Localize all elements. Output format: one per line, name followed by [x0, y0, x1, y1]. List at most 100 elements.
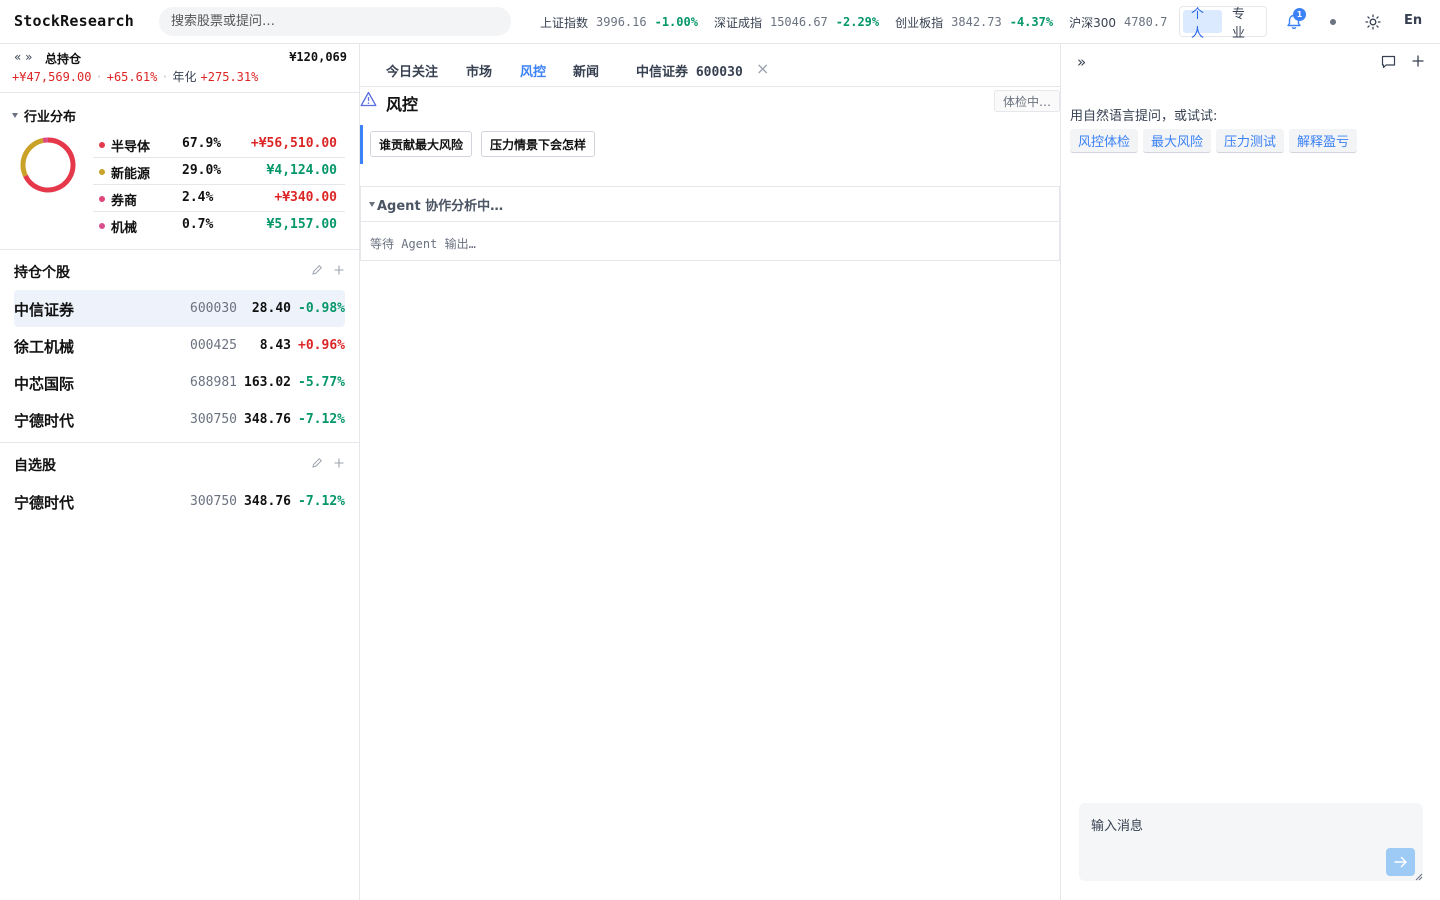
message-input[interactable]	[1079, 803, 1423, 881]
industry-name: 新能源	[111, 167, 151, 182]
collapse-panel-icon[interactable]: »	[1077, 53, 1086, 71]
industry-color-dot	[99, 142, 105, 148]
resize-handle-icon[interactable]	[1415, 873, 1423, 881]
stock-change: -7.12%	[298, 412, 345, 427]
holdings-title: 持仓个股	[14, 265, 70, 281]
holdings-header: 持仓个股	[14, 262, 345, 282]
stock-code: 300750	[190, 412, 237, 427]
close-tab-icon[interactable]: ×	[756, 59, 769, 78]
language-toggle[interactable]: En	[1404, 13, 1422, 28]
add-plus-icon[interactable]	[333, 264, 345, 276]
industry-pnl: ¥4,124.00	[266, 163, 337, 178]
stock-change: -7.12%	[298, 494, 345, 509]
search-input[interactable]	[159, 7, 511, 36]
watchlist-header: 自选股	[14, 455, 345, 475]
mode-personal-button[interactable]: 个人	[1183, 7, 1222, 41]
collapse-arrows-icon[interactable]: « »	[14, 50, 33, 64]
watchlist-title: 自选股	[14, 458, 56, 474]
stock-name: 中芯国际	[14, 375, 75, 393]
industry-row[interactable]: 新能源 29.0% ¥4,124.00	[93, 158, 345, 185]
mode-switch: 个人 专业	[1179, 6, 1267, 41]
add-plus-icon[interactable]	[333, 457, 345, 469]
industry-pct: 29.0%	[182, 163, 222, 178]
edit-pencil-icon[interactable]	[311, 457, 323, 469]
status-dot-icon[interactable]	[1330, 19, 1336, 25]
quick-question-button[interactable]: 谁贡献最大风险	[370, 131, 473, 157]
warning-triangle-icon	[360, 91, 377, 107]
tab-risk[interactable]: 风控	[520, 61, 546, 80]
annualized-return: +275.31%	[200, 70, 259, 84]
industry-section-toggle[interactable]: 行业分布	[12, 106, 76, 125]
portfolio-sidebar: « » 总持仓 ¥120,069 +¥47,569.00 · +65.61% · 年化 +…	[0, 44, 360, 900]
edit-pencil-icon[interactable]	[311, 264, 323, 276]
index-change: -4.37%	[1009, 15, 1054, 29]
index-item[interactable]: 创业板指 3842.73 -4.37%	[895, 14, 1053, 31]
caret-down-icon	[12, 113, 18, 118]
notification-badge: 1	[1293, 8, 1306, 21]
index-value: 4780.7	[1123, 15, 1168, 29]
send-button[interactable]	[1386, 848, 1415, 876]
tab-today[interactable]: 今日关注	[386, 61, 438, 80]
suggestion-chip[interactable]: 风控体检	[1070, 129, 1139, 153]
stock-price: 348.76	[244, 412, 291, 427]
industry-row[interactable]: 机械 0.7% ¥5,157.00	[93, 212, 345, 239]
page-title: 风控	[386, 95, 419, 114]
theme-sun-icon[interactable]	[1365, 14, 1381, 30]
portfolio-total: ¥120,069	[289, 50, 347, 64]
suggestion-chip[interactable]: 压力测试	[1216, 129, 1285, 153]
agent-panel: Agent 协作分析中… 等待 Agent 输出…	[360, 186, 1060, 261]
portfolio-pnl: +¥47,569.00	[12, 70, 92, 84]
industry-pct: 67.9%	[182, 136, 222, 151]
index-ticker: 上证指数 3996.16 -1.00% 深证成指 15046.67 -2.29%…	[540, 0, 1168, 44]
industry-color-dot	[99, 196, 105, 202]
holding-row[interactable]: 宁德时代 300750 348.76 -7.12%	[14, 401, 345, 438]
agent-panel-toggle[interactable]: Agent 协作分析中…	[361, 187, 1059, 222]
stock-code: 000425	[190, 338, 237, 353]
industry-pnl: +¥56,510.00	[250, 136, 337, 151]
chat-bubble-icon[interactable]	[1381, 55, 1396, 69]
assistant-hint: 用自然语言提问，或试试:	[1070, 109, 1218, 124]
annualized-label: 年化	[172, 70, 197, 84]
donut-slice	[20, 138, 44, 177]
portfolio-pnl-line: +¥47,569.00 · +65.61% · 年化 +275.31%	[12, 70, 259, 84]
watchlist-row[interactable]: 宁德时代 300750 348.76 -7.12%	[14, 483, 345, 520]
stock-price: 348.76	[244, 494, 291, 509]
index-item[interactable]: 上证指数 3996.16 -1.00%	[540, 14, 698, 31]
index-item[interactable]: 沪深300 4780.7	[1069, 14, 1168, 31]
index-item[interactable]: 深证成指 15046.67 -2.29%	[714, 14, 879, 31]
stock-code: 600030	[190, 301, 237, 316]
tab-news[interactable]: 新闻	[573, 61, 599, 80]
industry-color-dot	[99, 169, 105, 175]
brand-logo[interactable]: StockResearch	[14, 12, 134, 30]
mode-pro-button[interactable]: 专业	[1224, 7, 1263, 41]
industry-name: 机械	[111, 221, 138, 236]
stock-name: 宁德时代	[14, 494, 75, 512]
index-name: 沪深300	[1069, 15, 1116, 30]
stock-name: 宁德时代	[14, 412, 75, 430]
industry-row[interactable]: 半导体 67.9% +¥56,510.00	[93, 131, 345, 158]
agent-title: Agent 协作分析中…	[377, 198, 504, 214]
index-value: 3996.16	[596, 15, 647, 29]
quick-question-button[interactable]: 压力情景下会怎样	[481, 131, 596, 157]
stock-price: 28.40	[251, 301, 291, 316]
holding-row[interactable]: 中信证券 600030 28.40 -0.98%	[14, 290, 345, 327]
holding-row[interactable]: 徐工机械 000425 8.43 +0.96%	[14, 327, 345, 364]
suggestion-chip[interactable]: 最大风险	[1143, 129, 1212, 153]
industry-donut-chart	[20, 137, 76, 193]
industry-pct: 2.4%	[182, 190, 214, 205]
stock-name: 徐工机械	[14, 338, 75, 356]
status-badge: 体检中…	[993, 90, 1060, 112]
index-change: -1.00%	[654, 15, 698, 29]
industry-row[interactable]: 券商 2.4% +¥340.00	[93, 185, 345, 212]
tab-stock[interactable]: 中信证券 600030	[636, 61, 743, 80]
stock-code: 688981	[190, 375, 237, 390]
index-name: 深证成指	[713, 15, 762, 30]
index-value: 15046.67	[769, 15, 828, 29]
industry-title: 行业分布	[24, 110, 77, 125]
portfolio-pnl-pct: +65.61%	[106, 70, 158, 84]
tab-market[interactable]: 市场	[466, 61, 492, 80]
suggestion-chip[interactable]: 解释盈亏	[1289, 129, 1358, 153]
new-chat-plus-icon[interactable]	[1411, 54, 1425, 68]
stock-change: +0.96%	[298, 338, 345, 353]
holding-row[interactable]: 中芯国际 688981 163.02 -5.77%	[14, 364, 345, 401]
